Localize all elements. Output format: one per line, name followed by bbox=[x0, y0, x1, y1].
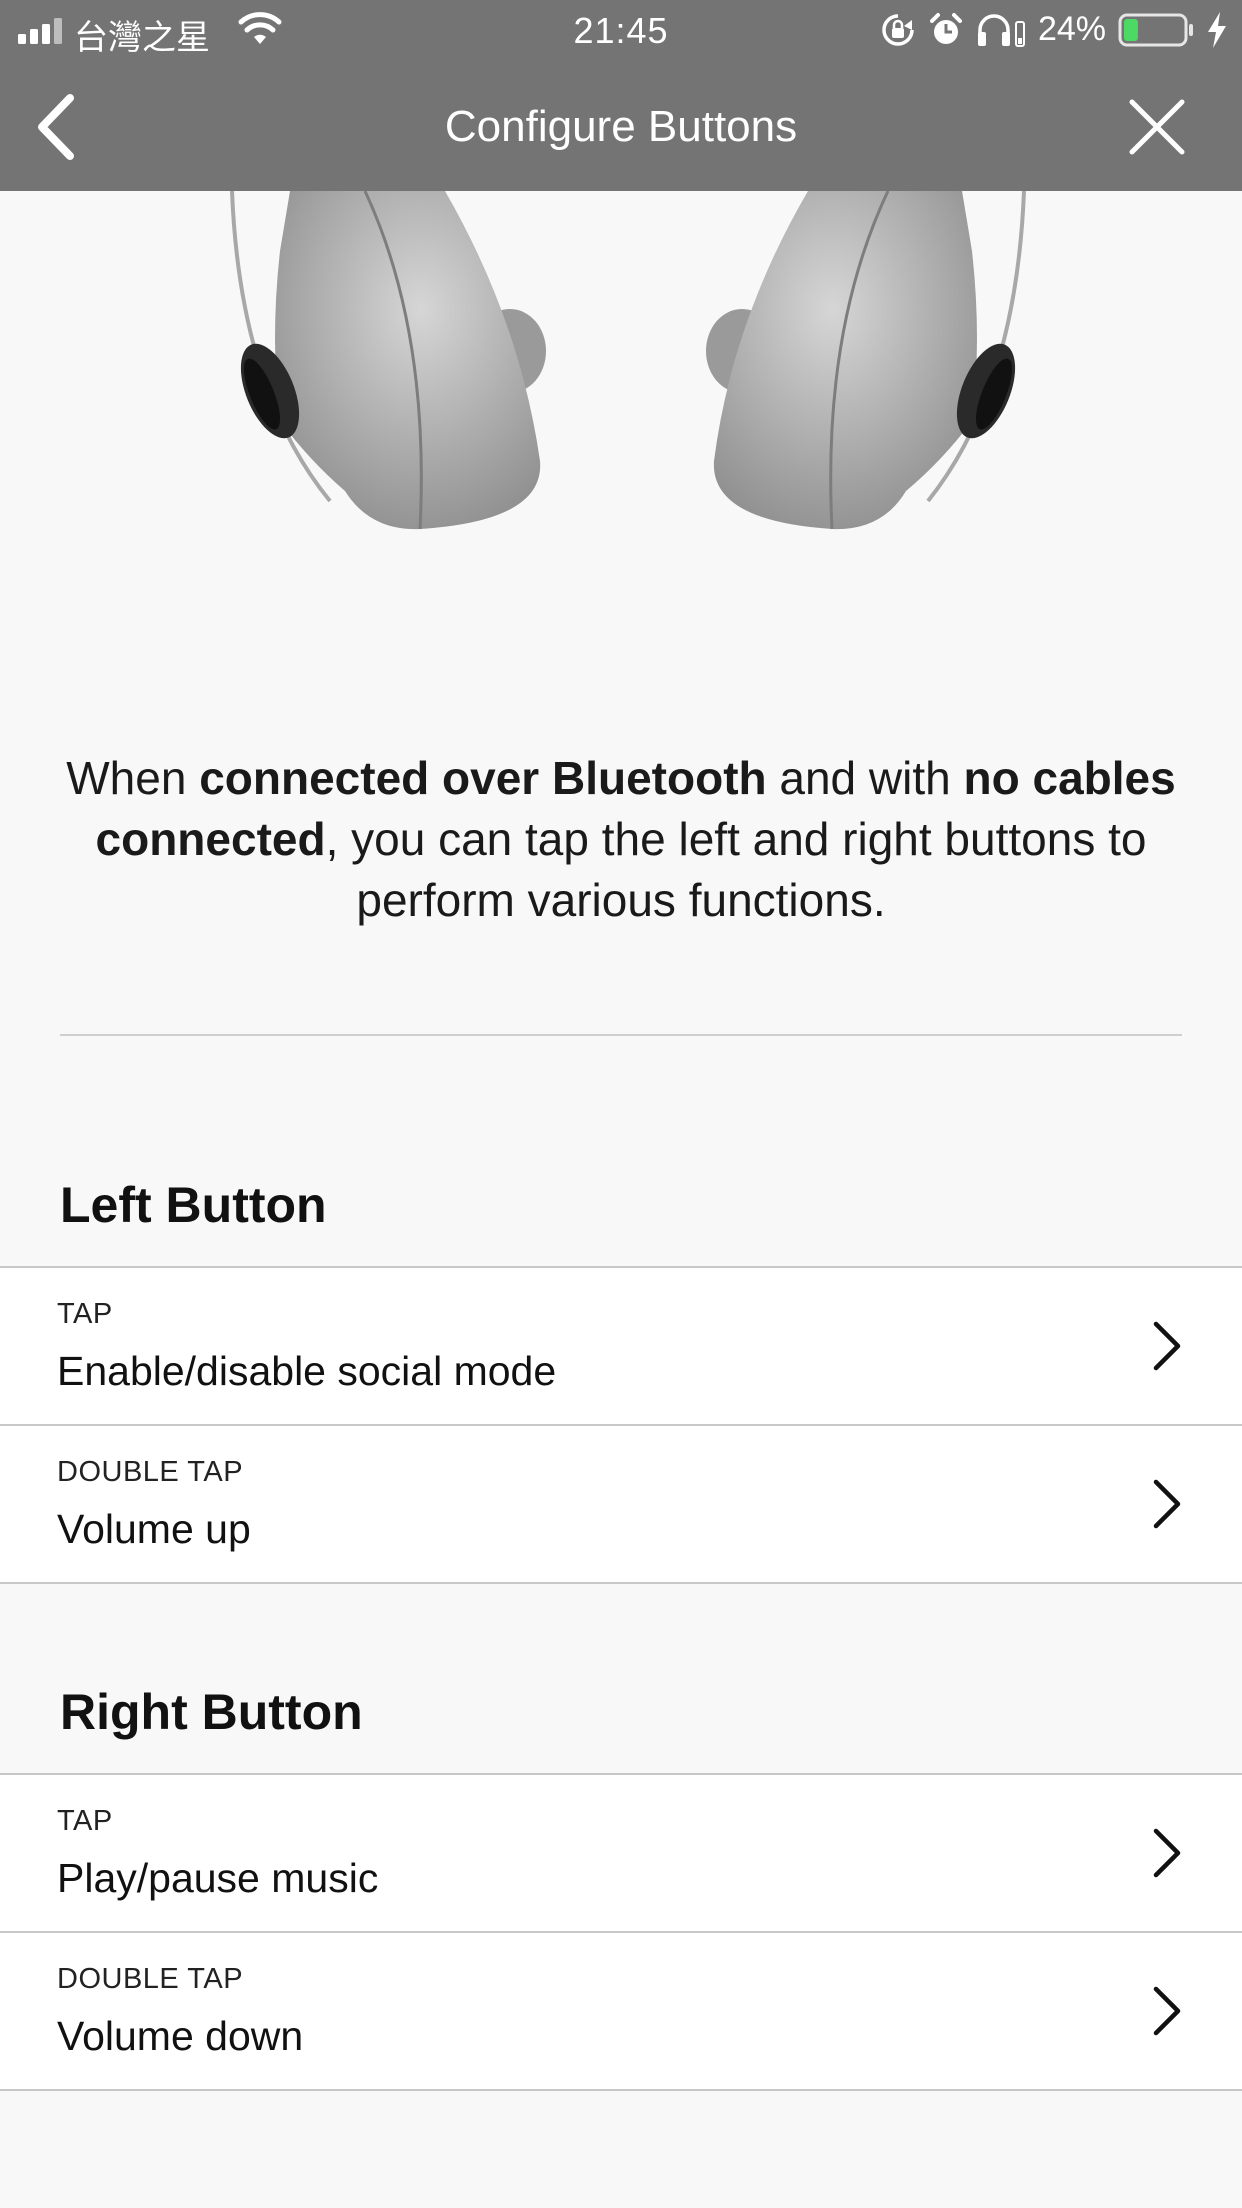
row-value: Volume down bbox=[57, 2013, 304, 2059]
charging-bolt-icon bbox=[1208, 11, 1226, 48]
row-value: Play/pause music bbox=[57, 1855, 379, 1901]
section-title-right-button: Right Button bbox=[60, 1684, 363, 1740]
rotation-lock-icon bbox=[882, 13, 914, 46]
section-title-left-button: Left Button bbox=[60, 1177, 327, 1233]
navigation-bar: Configure Buttons bbox=[0, 62, 1242, 191]
battery-icon bbox=[1118, 13, 1193, 46]
intro-part: and with bbox=[766, 752, 964, 804]
chevron-right-icon bbox=[1153, 1828, 1181, 1878]
intro-text: When connected over Bluetooth and with n… bbox=[60, 748, 1182, 931]
chevron-right-icon bbox=[1153, 1479, 1181, 1529]
row-caption: TAP bbox=[57, 1805, 113, 1837]
list-item-left-double-tap[interactable]: DOUBLE TAP Volume up bbox=[0, 1424, 1242, 1584]
battery-percent: 24% bbox=[1037, 10, 1106, 48]
row-value: Volume up bbox=[57, 1506, 251, 1552]
status-right-group: 24% bbox=[880, 10, 1228, 49]
row-value: Enable/disable social mode bbox=[57, 1348, 557, 1394]
chevron-right-icon bbox=[1153, 1986, 1181, 2036]
earbuds-illustration bbox=[230, 191, 1026, 530]
list-item-left-tap[interactable]: TAP Enable/disable social mode bbox=[0, 1266, 1242, 1424]
intro-part: , you can tap the left and right buttons… bbox=[325, 813, 1147, 926]
headphones-icon bbox=[977, 13, 1025, 47]
divider bbox=[60, 1034, 1182, 1036]
row-caption: TAP bbox=[57, 1298, 113, 1330]
row-caption: DOUBLE TAP bbox=[57, 1963, 244, 1995]
alarm-icon bbox=[929, 12, 962, 44]
left-earbud bbox=[230, 191, 546, 530]
page-title: Configure Buttons bbox=[444, 102, 798, 151]
close-icon[interactable] bbox=[1128, 98, 1186, 156]
status-bar: 台灣之星 21:45 24% bbox=[0, 0, 1242, 62]
chevron-right-icon bbox=[1153, 1321, 1181, 1371]
right-earbud bbox=[706, 191, 1026, 530]
row-caption: DOUBLE TAP bbox=[57, 1456, 244, 1488]
intro-part-bold: connected over Bluetooth bbox=[199, 752, 767, 804]
intro-part: When bbox=[66, 752, 200, 804]
list-item-right-double-tap[interactable]: DOUBLE TAP Volume down bbox=[0, 1931, 1242, 2091]
list-item-right-tap[interactable]: TAP Play/pause music bbox=[0, 1773, 1242, 1931]
